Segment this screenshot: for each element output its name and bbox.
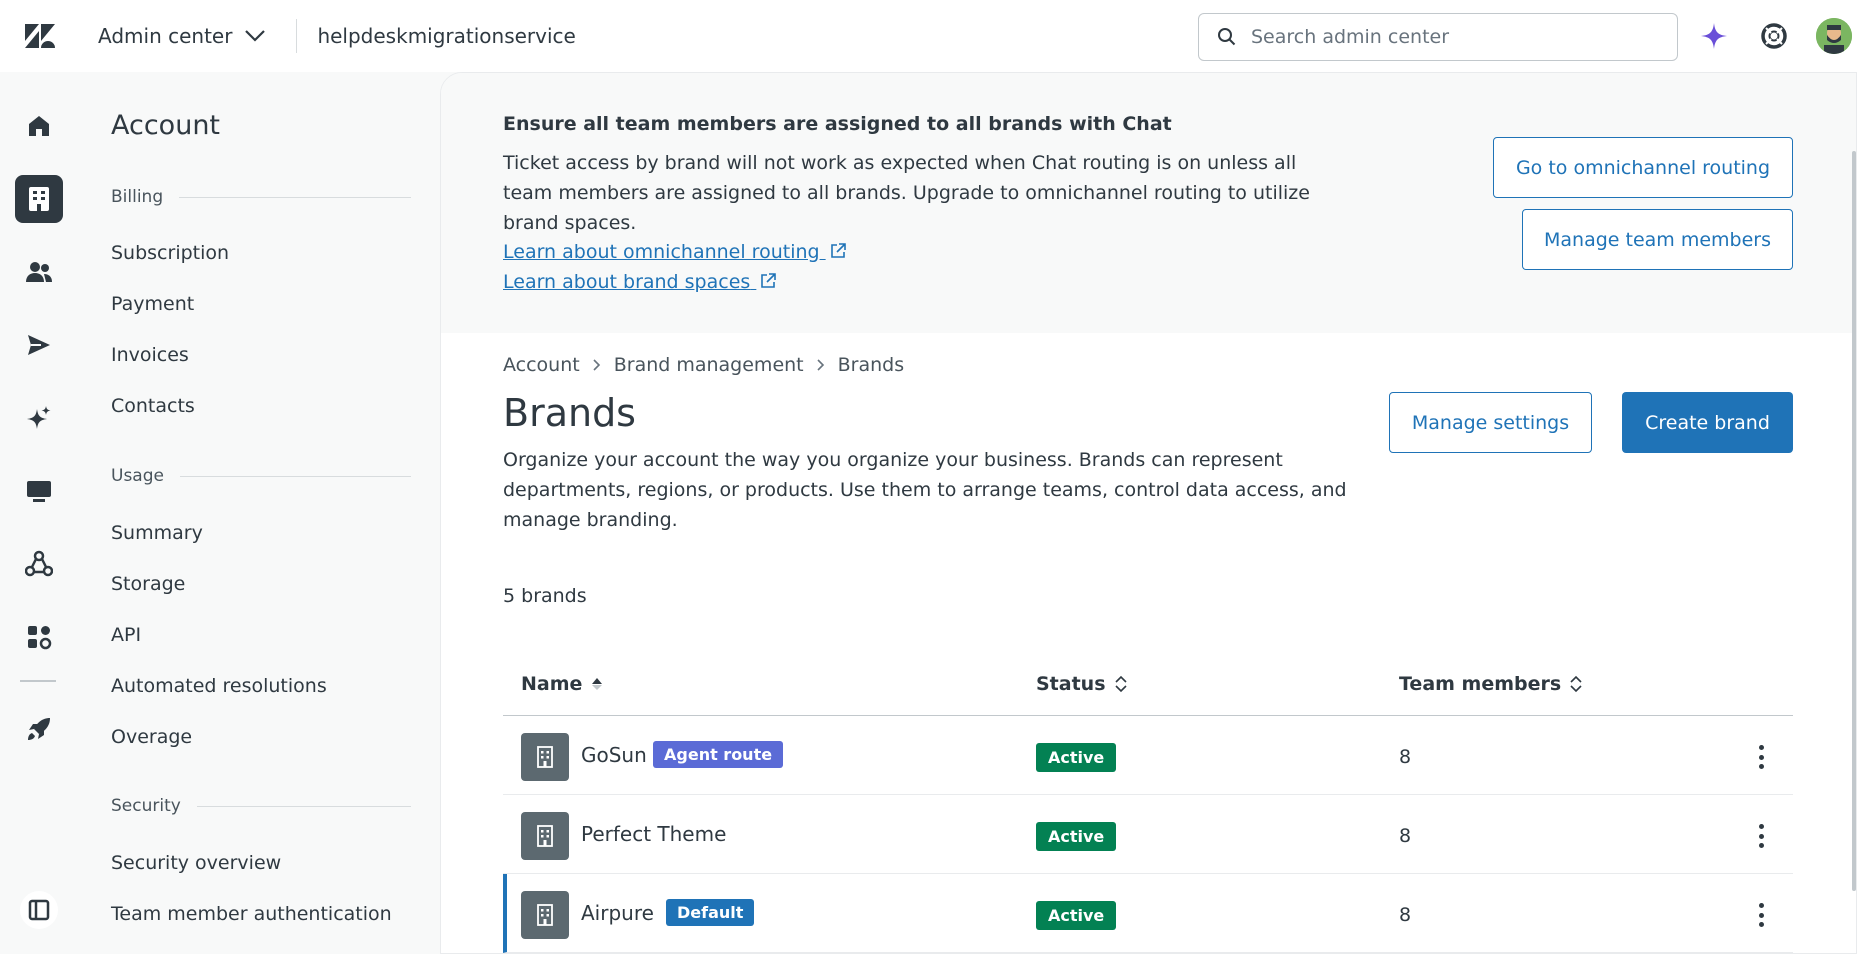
nav-item-security-overview[interactable]: Security overview: [111, 852, 281, 874]
table-row[interactable]: Airpure Default Active 8: [503, 874, 1793, 953]
brand-name[interactable]: Perfect Theme: [581, 822, 726, 846]
team-member-count: 8: [1399, 904, 1412, 926]
brand-building-icon: [521, 812, 569, 860]
nav-item-automated-resolutions[interactable]: Automated resolutions: [111, 675, 327, 697]
main-content: Ensure all team members are assigned to …: [440, 72, 1857, 954]
nav-item-storage[interactable]: Storage: [111, 573, 185, 595]
column-header-status-label: Status: [1036, 673, 1106, 695]
nav-group-security: Security: [111, 796, 411, 816]
search-input[interactable]: Search admin center: [1198, 13, 1678, 61]
external-link-icon: [761, 273, 777, 288]
brand-count: 5 brands: [503, 585, 587, 607]
column-header-name-label: Name: [521, 673, 583, 695]
zendesk-logo-icon[interactable]: [0, 24, 80, 48]
apps-integrations-icon[interactable]: [15, 613, 63, 661]
column-header-status[interactable]: Status: [1036, 673, 1128, 695]
banner-title: Ensure all team members are assigned to …: [503, 113, 1172, 135]
product-switcher[interactable]: Admin center: [80, 19, 298, 53]
breadcrumb-brand-management[interactable]: Brand management: [614, 354, 804, 376]
learn-omnichannel-link[interactable]: Learn about omnichannel routing: [503, 241, 846, 263]
home-icon[interactable]: [15, 102, 63, 150]
team-member-count: 8: [1399, 746, 1412, 768]
secnav-title: Account: [111, 110, 221, 141]
sort-ascending-icon: [592, 678, 603, 690]
table-row[interactable]: GoSun Agent route Active 8: [503, 716, 1793, 795]
search-placeholder: Search admin center: [1251, 26, 1450, 48]
ai-sparkles-icon[interactable]: [15, 394, 63, 442]
table-row[interactable]: Perfect Theme Active 8: [503, 795, 1793, 874]
breadcrumb-account[interactable]: Account: [503, 354, 580, 376]
learn-brand-spaces-link-text: Learn about brand spaces: [503, 271, 751, 293]
learn-brand-spaces-link[interactable]: Learn about brand spaces: [503, 271, 777, 293]
nav-item-team-member-authentication[interactable]: Team member authentication: [111, 903, 392, 925]
chevron-down-icon: [245, 30, 266, 42]
chat-routing-banner: Ensure all team members are assigned to …: [441, 73, 1856, 333]
row-overflow-menu-icon[interactable]: [1751, 900, 1771, 930]
ai-sparkle-icon[interactable]: [1696, 18, 1732, 54]
product-nav-rail: [0, 72, 80, 954]
page-description: Organize your account the way you organi…: [503, 449, 1347, 531]
brand-name[interactable]: GoSun: [581, 743, 647, 767]
chevron-right-icon: [593, 359, 600, 371]
nav-group-billing: Billing: [111, 187, 411, 207]
agent-route-tag: Agent route: [653, 741, 784, 768]
default-tag: Default: [666, 899, 755, 926]
sort-icon: [1114, 675, 1127, 693]
learn-omnichannel-link-text: Learn about omnichannel routing: [503, 241, 820, 263]
brand-building-icon: [521, 733, 569, 781]
nav-item-api[interactable]: API: [111, 624, 141, 646]
collapse-sidebar-icon[interactable]: [15, 886, 63, 934]
banner-body: Ticket access by brand will not work as …: [503, 152, 1310, 234]
product-name: Admin center: [98, 24, 233, 48]
create-brand-button[interactable]: Create brand: [1622, 392, 1793, 453]
scrollbar[interactable]: [1852, 151, 1856, 891]
nav-item-summary[interactable]: Summary: [111, 522, 203, 544]
objects-rules-icon[interactable]: [15, 540, 63, 588]
status-badge: Active: [1036, 901, 1117, 930]
nav-item-overage[interactable]: Overage: [111, 726, 192, 748]
workspaces-monitor-icon[interactable]: [15, 467, 63, 515]
account-building-icon[interactable]: [15, 175, 63, 223]
row-overflow-menu-icon[interactable]: [1751, 821, 1771, 851]
subdomain-label: helpdeskmigrationservice: [317, 24, 576, 48]
getting-started-rocket-icon[interactable]: [15, 705, 63, 753]
top-bar: Admin center helpdeskmigrationservice Se…: [0, 0, 1857, 72]
account-secondary-nav: Account Billing Subscription Payment Inv…: [80, 72, 440, 954]
column-header-team-members[interactable]: Team members: [1399, 673, 1583, 695]
breadcrumb: Account Brand management Brands: [503, 354, 904, 376]
chevron-right-icon: [817, 359, 824, 371]
sort-icon: [1570, 675, 1582, 693]
nav-item-invoices[interactable]: Invoices: [111, 344, 189, 366]
status-badge: Active: [1036, 743, 1117, 772]
column-header-team-members-label: Team members: [1399, 673, 1562, 695]
nav-item-subscription[interactable]: Subscription: [111, 242, 229, 264]
channels-send-icon[interactable]: [15, 321, 63, 369]
nav-group-usage: Usage: [111, 466, 411, 486]
breadcrumb-brands: Brands: [837, 354, 905, 376]
status-badge: Active: [1036, 822, 1117, 851]
page-title: Brands: [503, 391, 636, 435]
external-link-icon: [830, 243, 846, 258]
row-overflow-menu-icon[interactable]: [1751, 742, 1771, 772]
team-member-count: 8: [1399, 825, 1412, 847]
brand-name[interactable]: Airpure: [581, 901, 654, 925]
nav-item-contacts[interactable]: Contacts: [111, 395, 195, 417]
manage-settings-button[interactable]: Manage settings: [1389, 392, 1592, 453]
nav-item-payment[interactable]: Payment: [111, 293, 194, 315]
user-avatar[interactable]: [1816, 18, 1852, 54]
manage-team-members-button[interactable]: Manage team members: [1522, 209, 1793, 270]
brand-building-icon: [521, 891, 569, 939]
help-lifebuoy-icon[interactable]: [1756, 18, 1792, 54]
search-icon: [1218, 28, 1236, 46]
go-to-omnichannel-routing-button[interactable]: Go to omnichannel routing: [1493, 137, 1793, 198]
column-header-name[interactable]: Name: [521, 673, 604, 695]
rail-divider: [20, 680, 56, 682]
people-icon[interactable]: [15, 248, 63, 296]
